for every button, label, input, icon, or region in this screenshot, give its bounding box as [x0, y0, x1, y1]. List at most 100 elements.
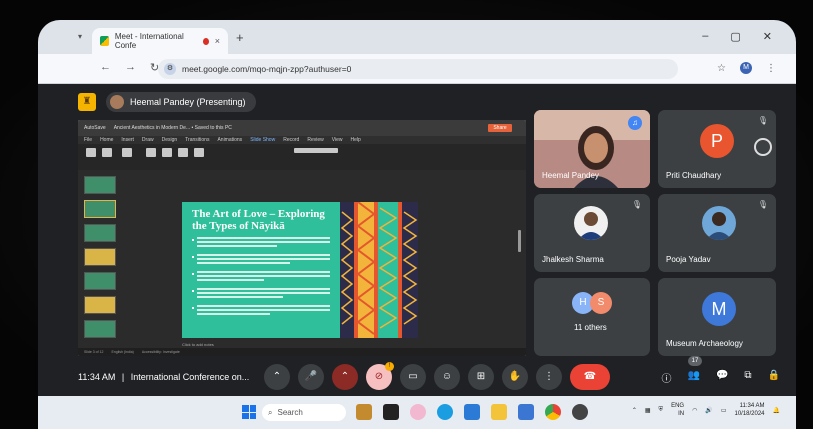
camera-off-button[interactable]: ⊘!: [366, 362, 394, 390]
participant-tile-jhalkesh[interactable]: 🎙 Jhalkesh Sharma: [534, 194, 650, 272]
file-explorer-icon[interactable]: [491, 404, 507, 420]
present-screen-button[interactable]: ⊞: [468, 364, 494, 390]
emoji-reaction-button[interactable]: ☺: [434, 364, 460, 390]
notification-bell-icon[interactable]: 🔔: [773, 407, 780, 414]
more-audio-options-button[interactable]: ⌃: [264, 364, 290, 390]
ppt-menu-animations: Animations: [217, 137, 243, 143]
tray-security-icon[interactable]: ⛨: [659, 407, 664, 414]
ppt-status-language: English (India): [111, 350, 134, 354]
ppt-status-slide: Slide 3 of 12: [84, 350, 104, 354]
ppt-share-button: Share: [488, 124, 512, 132]
participant-tile-priti[interactable]: P 🎙 Priti Chaudhary: [658, 110, 776, 188]
taskbar-clock[interactable]: 11:34 AM 10/18/2024: [734, 402, 764, 418]
url-omnibox[interactable]: ⚙ meet.google.com/mqo-mqjn-zpp?authuser=…: [158, 59, 678, 79]
captions-button[interactable]: ▭: [400, 364, 426, 390]
browser-address-bar: ← → ↻ ⚙ meet.google.com/mqo-mqjn-zpp?aut…: [38, 54, 796, 84]
back-arrow-icon[interactable]: ←: [100, 61, 111, 74]
participant-tile-others[interactable]: H S 11 others: [534, 278, 650, 356]
others-avatar-s: S: [590, 292, 612, 314]
chat-icon[interactable]: 💬: [716, 370, 728, 385]
maximize-button[interactable]: ▢: [730, 30, 740, 43]
slide-bullet: [192, 305, 330, 317]
url-text: meet.google.com/mqo-mqjn-zpp?authuser=0: [182, 64, 352, 74]
microphone-button[interactable]: 🎤: [298, 364, 324, 390]
video-options-button[interactable]: ⌃: [332, 364, 358, 390]
ribbon-record-icon: [194, 148, 204, 157]
participant-tile-heemal[interactable]: ♫ Heemal Pandey: [534, 110, 650, 188]
people-icon[interactable]: 👥: [688, 370, 700, 385]
windows-start-icon[interactable]: [242, 405, 256, 419]
tab-close-icon[interactable]: ×: [215, 36, 220, 46]
monitor-frame: ▾ Meet - International Confe × + – ▢ ✕ ←…: [0, 0, 813, 429]
browser-menu-icon[interactable]: ⋮: [766, 63, 776, 74]
meeting-info-icon[interactable]: ⓘ: [662, 370, 672, 385]
copilot-icon[interactable]: [410, 404, 426, 420]
slide-thumbnail: [84, 272, 116, 290]
edge-browser-icon[interactable]: [437, 404, 453, 420]
shared-screen-presentation[interactable]: AutoSave Ancient Aesthetics in Modern De…: [78, 120, 526, 356]
store-icon[interactable]: [464, 404, 480, 420]
bookmark-star-icon[interactable]: ☆: [717, 63, 726, 74]
ppt-workspace: The Art of Love – Exploring the Types of…: [78, 170, 526, 356]
task-view-icon[interactable]: [383, 404, 399, 420]
input-language[interactable]: ENG IN: [671, 402, 684, 418]
app-icon[interactable]: [572, 404, 588, 420]
participant-tile-pooja[interactable]: 🎙 Pooja Yadav: [658, 194, 776, 272]
more-options-button[interactable]: ⋮: [536, 364, 562, 390]
mic-off-icon: 🎙: [757, 116, 768, 125]
ribbon-rehearse-icon: [178, 148, 188, 157]
leave-call-button[interactable]: ☎: [570, 364, 610, 390]
participant-tile-museum[interactable]: M Museum Archaeology: [658, 278, 776, 356]
tray-network-icon[interactable]: ▦: [645, 407, 651, 414]
site-info-icon[interactable]: ⚙: [164, 63, 176, 75]
meeting-clock: 11:34 AM | International Conference on..…: [78, 372, 249, 382]
ppt-menu-home: Home: [100, 137, 114, 143]
search-icon: ⌕: [268, 407, 273, 417]
ppt-menu-file: File: [84, 137, 93, 143]
ppt-autosave-label: AutoSave: [84, 125, 106, 131]
host-controls-lock-icon[interactable]: 🔒: [768, 370, 780, 385]
meet-top-bar: ♜ Heemal Pandey (Presenting): [78, 92, 256, 112]
ppt-menu-review: Review: [307, 137, 324, 143]
ppt-file-name: Ancient Aesthetics in Modern De... • Sav…: [113, 125, 232, 131]
separator: |: [121, 372, 125, 382]
slide-thumbnail: [84, 176, 116, 194]
forward-arrow-icon[interactable]: →: [125, 61, 136, 74]
windows-taskbar: ⌕ Search ⌃ ▦ ⛨ ENG IN ◠ 🔊 ▭ 11:34 AM 10/…: [38, 396, 796, 429]
minimize-button[interactable]: –: [702, 30, 708, 43]
slide-thumbnails: [80, 172, 122, 348]
ppt-title-bar: AutoSave Ancient Aesthetics in Modern De…: [78, 120, 526, 136]
others-count-label: 11 others: [574, 323, 607, 332]
presenter-chip[interactable]: Heemal Pandey (Presenting): [106, 92, 256, 112]
window-controls: – ▢ ✕: [702, 30, 772, 43]
people-count-badge: 17: [688, 356, 702, 366]
volume-icon[interactable]: 🔊: [705, 407, 712, 414]
participant-name: Priti Chaudhary: [666, 171, 722, 180]
chrome-icon[interactable]: [545, 404, 561, 420]
region-code: IN: [678, 411, 685, 417]
ppt-menu-insert: Insert: [121, 137, 134, 143]
slide-title: The Art of Love – Exploring the Types of…: [192, 208, 325, 232]
profile-avatar[interactable]: M: [740, 62, 752, 74]
activities-icon[interactable]: ⧉: [744, 370, 751, 385]
ppt-status-accessibility: Accessibility: Investigate: [141, 350, 180, 354]
taskbar-search-box[interactable]: ⌕ Search: [262, 404, 346, 421]
mail-icon[interactable]: [518, 404, 534, 420]
tab-search-icon[interactable]: ▾: [78, 32, 82, 41]
more-options-ring-icon[interactable]: [754, 138, 772, 156]
ppt-ribbon: [78, 144, 526, 170]
address-bar-actions: ☆ M ⋮: [717, 62, 776, 74]
close-window-button[interactable]: ✕: [763, 30, 772, 43]
battery-icon[interactable]: ▭: [721, 407, 727, 414]
slide-bullet: [192, 254, 330, 266]
wifi-icon[interactable]: ◠: [692, 407, 697, 414]
browser-tab-meet[interactable]: Meet - International Confe ×: [92, 28, 228, 54]
widget-icon[interactable]: [356, 404, 372, 420]
ppt-menu-tabs: File Home Insert Draw Design Transitions…: [78, 136, 526, 144]
raise-hand-button[interactable]: ✋: [502, 364, 528, 390]
new-tab-button[interactable]: +: [236, 30, 244, 45]
meet-call-area: ♜ Heemal Pandey (Presenting) AutoSave An…: [38, 84, 796, 396]
side-panel-controls: ⓘ 👥 💬 ⧉ 🔒: [662, 370, 781, 385]
ppt-menu-design: Design: [161, 137, 178, 143]
tray-chevron-icon[interactable]: ⌃: [632, 407, 637, 414]
